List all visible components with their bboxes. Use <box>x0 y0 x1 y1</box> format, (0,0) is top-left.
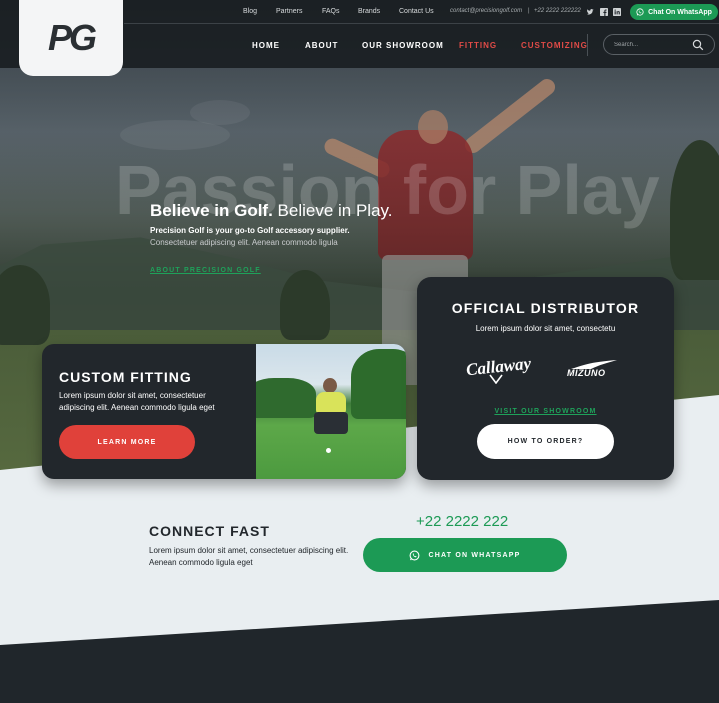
linkedin-icon[interactable] <box>613 8 621 16</box>
learn-more-button[interactable]: LEARN MORE <box>59 425 195 459</box>
hero-title: Believe in Golf. Believe in Play. <box>150 201 393 221</box>
logo-text: PG <box>47 17 97 58</box>
callaway-chevron-icon <box>489 374 503 384</box>
top-phone: +22 2222 222222 <box>534 8 581 14</box>
chat-on-whatsapp-button[interactable]: CHAT ON WHATSAPP <box>363 538 567 572</box>
official-distributor-card: OFFICIAL DISTRIBUTOR Lorem ipsum dolor s… <box>417 277 674 480</box>
whatsapp-chat-label: Chat On WhatsApp <box>648 8 712 16</box>
about-link[interactable]: ABOUT PRECISION GOLF <box>150 267 261 274</box>
top-link-blog[interactable]: Blog <box>243 8 257 15</box>
search-icon[interactable] <box>692 39 704 51</box>
nav-divider <box>587 34 588 56</box>
visit-showroom-link[interactable]: VISIT OUR SHOWROOM <box>417 408 674 415</box>
hero-title-bold: Believe in Golf. <box>150 201 273 220</box>
hero-subtitle-bold: Precision Golf is your go-to Golf access… <box>150 226 350 235</box>
hero-title-rest: Believe in Play. <box>272 201 393 220</box>
photo-player-shirt <box>316 392 346 414</box>
connect-text: Lorem ipsum dolor sit amet, consectetuer… <box>149 546 349 567</box>
custom-fitting-card: CUSTOM FITTING Lorem ipsum dolor sit ame… <box>42 344 406 479</box>
hero-tree <box>280 270 330 340</box>
top-link-partners[interactable]: Partners <box>276 8 302 15</box>
hero-cloud <box>190 100 250 125</box>
hero-tree <box>670 140 719 280</box>
distributor-subtitle: Lorem ipsum dolor sit amet, consectetu <box>475 324 616 333</box>
fitting-photo <box>256 344 406 479</box>
photo-player-head <box>323 378 337 393</box>
nav-home[interactable]: HOME <box>252 41 280 50</box>
connect-phone[interactable]: +22 2222 222 <box>416 513 508 530</box>
search-box <box>603 34 715 55</box>
twitter-icon[interactable] <box>586 8 594 16</box>
whatsapp-icon <box>636 8 644 16</box>
photo-trees <box>351 349 406 419</box>
photo-trees <box>256 378 316 418</box>
custom-fitting-title: CUSTOM FITTING <box>59 369 192 385</box>
site-logo[interactable]: PG <box>19 0 123 76</box>
nav-our-showroom[interactable]: OUR SHOWROOM <box>362 41 444 50</box>
hero-golfer-head <box>418 110 448 144</box>
search-input[interactable] <box>614 39 684 51</box>
top-separator: | <box>528 8 530 14</box>
nav-about[interactable]: ABOUT <box>305 41 338 50</box>
top-link-faqs[interactable]: FAQs <box>322 8 340 15</box>
how-to-order-button[interactable]: HOW TO ORDER? <box>477 424 614 459</box>
custom-fitting-text: Lorem ipsum dolor sit amet, consectetuer… <box>59 391 215 412</box>
photo-golf-ball <box>326 448 331 453</box>
whatsapp-chat-button[interactable]: Chat On WhatsApp <box>630 4 718 20</box>
chat-on-whatsapp-label: CHAT ON WHATSAPP <box>428 551 521 559</box>
facebook-icon[interactable] <box>600 8 608 16</box>
whatsapp-icon <box>410 550 420 560</box>
distributor-title: OFFICIAL DISTRIBUTOR <box>451 300 640 316</box>
top-link-contact[interactable]: Contact Us <box>399 8 434 15</box>
photo-player-legs <box>314 412 348 434</box>
nav-customizing[interactable]: CUSTOMIZING <box>521 41 588 50</box>
mizuno-logo: MIZUNO <box>567 368 606 378</box>
connect-title: CONNECT FAST <box>149 523 270 539</box>
hero-subtitle: Consectetuer adipiscing elit. Aenean com… <box>150 238 338 247</box>
nav-fitting[interactable]: FITTING <box>459 41 497 50</box>
top-link-brands[interactable]: Brands <box>358 8 380 15</box>
hero-golfer-arm <box>461 75 559 157</box>
top-email[interactable]: contact@precisiongolf.com <box>450 8 522 14</box>
